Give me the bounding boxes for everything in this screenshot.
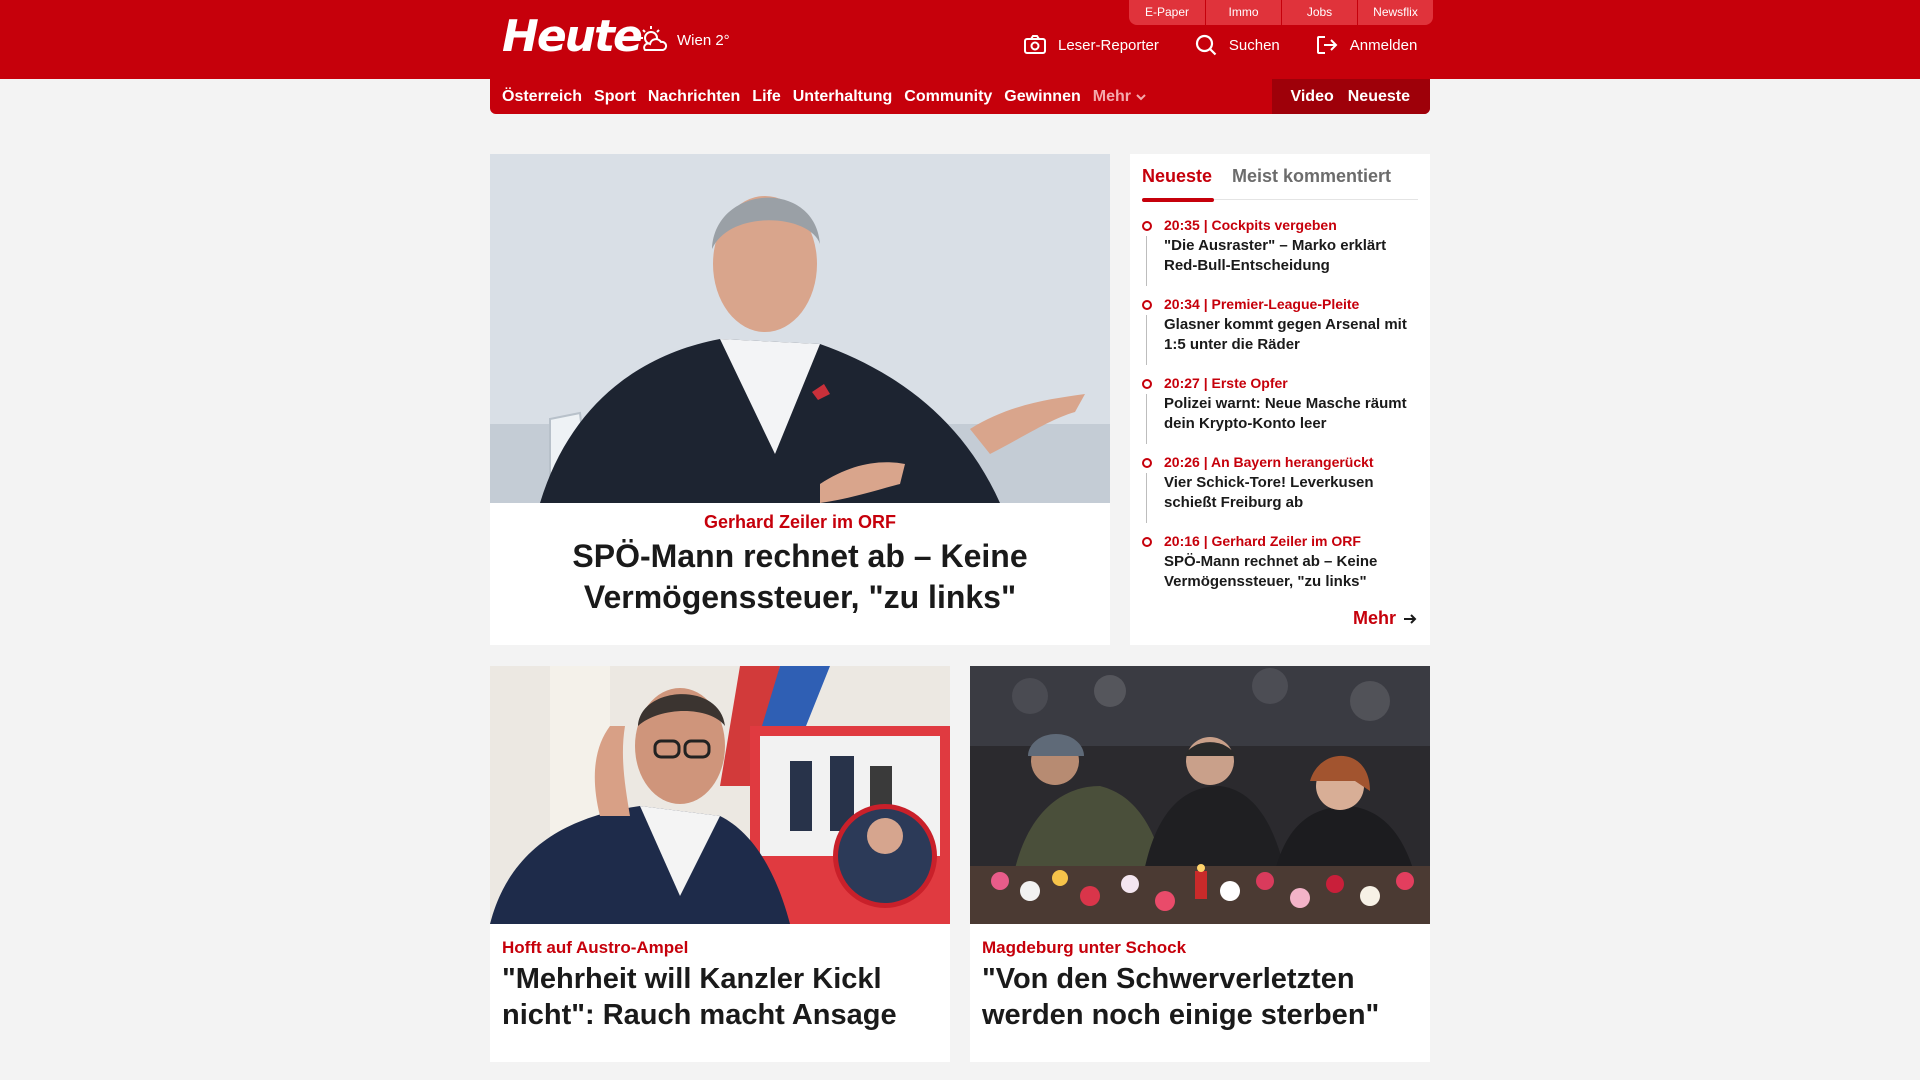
newsfeed-sidebar: Neueste Meist kommentiert 20:35 | Cockpi…: [1130, 154, 1430, 645]
timeline-item[interactable]: 20:34 | Premier-League-Pleite Glasner ko…: [1142, 295, 1418, 374]
login-label: Anmelden: [1349, 36, 1418, 54]
weather-widget[interactable]: Wien 2°: [637, 24, 730, 56]
timeline-dot-icon: [1142, 537, 1152, 547]
tab-immo[interactable]: Immo: [1205, 0, 1281, 25]
nav-more-label: Mehr: [1092, 87, 1131, 105]
nav-unterhaltung[interactable]: Unterhaltung: [793, 88, 893, 106]
nav-life[interactable]: Life: [752, 88, 780, 106]
card-title[interactable]: "Von den Schwerverletzten werden noch ei…: [982, 961, 1412, 1033]
timeline-dot-icon: [1142, 458, 1152, 468]
timeline-title[interactable]: Vier Schick-Tore! Leverkusen schießt Fre…: [1164, 473, 1418, 513]
search-icon: [1195, 34, 1217, 56]
top-header: Heute Wien 2° E-Paper Immo Jobs Newsflix…: [0, 0, 1920, 79]
timeline-title[interactable]: "Die Ausraster" – Marko erklärt Red-Bull…: [1164, 236, 1418, 276]
lead-kicker[interactable]: Gerhard Zeiler im ORF: [490, 512, 1110, 533]
lead-article[interactable]: Gerhard Zeiler im ORF SPÖ-Mann rechnet a…: [490, 154, 1110, 645]
timeline-item[interactable]: 20:16 | Gerhard Zeiler im ORF SPÖ-Mann r…: [1142, 532, 1418, 611]
timeline-line: [1146, 315, 1147, 365]
arrow-right-icon: [1404, 613, 1417, 624]
news-timeline: 20:35 | Cockpits vergeben "Die Ausraster…: [1142, 216, 1418, 611]
nav-community[interactable]: Community: [904, 88, 992, 106]
article-card-image[interactable]: [970, 666, 1430, 924]
heute-logo[interactable]: Heute: [502, 12, 643, 62]
lead-title[interactable]: SPÖ-Mann rechnet ab – Keine Vermögensste…: [530, 536, 1070, 618]
nav-sport[interactable]: Sport: [594, 88, 636, 106]
card-kicker[interactable]: Magdeburg unter Schock: [982, 938, 1186, 958]
tab-newsflix[interactable]: Newsflix: [1357, 0, 1433, 25]
nav-neueste[interactable]: Neueste: [1348, 88, 1410, 106]
sidebar-tabs: Neueste Meist kommentiert: [1142, 162, 1418, 202]
timeline-item[interactable]: 20:35 | Cockpits vergeben "Die Ausraster…: [1142, 216, 1418, 295]
main-navigation: Österreich Sport Nachrichten Life Unterh…: [490, 79, 1430, 114]
tab-meist-kommentiert[interactable]: Meist kommentiert: [1232, 166, 1391, 187]
timeline-meta: 20:16 | Gerhard Zeiler im ORF: [1164, 533, 1361, 549]
header-actions: Leser-Reporter Suchen Anmelden: [988, 34, 1417, 56]
nav-nachrichten[interactable]: Nachrichten: [648, 88, 740, 106]
timeline-title[interactable]: SPÖ-Mann rechnet ab – Keine Vermögensste…: [1164, 552, 1418, 592]
leser-reporter-label: Leser-Reporter: [1058, 36, 1159, 54]
timeline-meta: 20:35 | Cockpits vergeben: [1164, 217, 1337, 233]
service-tabs: E-Paper Immo Jobs Newsflix: [1129, 0, 1433, 25]
timeline-item[interactable]: 20:27 | Erste Opfer Polizei warnt: Neue …: [1142, 374, 1418, 453]
chevron-down-icon: [1136, 93, 1146, 100]
search-label: Suchen: [1228, 36, 1280, 54]
leser-reporter-button[interactable]: Leser-Reporter: [1024, 35, 1159, 55]
timeline-meta: 20:34 | Premier-League-Pleite: [1164, 296, 1360, 312]
article-card-image[interactable]: [490, 666, 950, 924]
article-card[interactable]: Hofft auf Austro-Ampel "Mehrheit will Ka…: [490, 666, 950, 1062]
camera-icon: [1024, 35, 1046, 54]
timeline-item[interactable]: 20:26 | An Bayern herangerückt Vier Schi…: [1142, 453, 1418, 532]
nav-oesterreich[interactable]: Österreich: [502, 88, 582, 106]
partly-sunny-icon: [640, 26, 668, 51]
sidebar-more-link[interactable]: Mehr: [1353, 608, 1418, 629]
sidebar-more-label: Mehr: [1352, 608, 1396, 628]
timeline-title[interactable]: Polizei warnt: Neue Masche räumt dein Kr…: [1164, 394, 1418, 434]
card-kicker[interactable]: Hofft auf Austro-Ampel: [502, 938, 688, 958]
card-title[interactable]: "Mehrheit will Kanzler Kickl nicht": Rau…: [502, 961, 932, 1033]
timeline-dot-icon: [1142, 379, 1152, 389]
search-button[interactable]: Suchen: [1195, 34, 1280, 56]
tab-epaper[interactable]: E-Paper: [1129, 0, 1205, 25]
tab-jobs[interactable]: Jobs: [1281, 0, 1357, 25]
timeline-dot-icon: [1142, 300, 1152, 310]
lead-article-image[interactable]: [490, 154, 1110, 503]
timeline-title[interactable]: Glasner kommt gegen Arsenal mit 1:5 unte…: [1164, 315, 1418, 355]
timeline-meta: 20:26 | An Bayern herangerückt: [1164, 454, 1374, 470]
nav-video[interactable]: Video: [1290, 88, 1333, 106]
timeline-line: [1146, 473, 1147, 523]
nav-right-group: Video Neueste: [1272, 79, 1430, 114]
article-card[interactable]: Magdeburg unter Schock "Von den Schwerve…: [970, 666, 1430, 1062]
login-button[interactable]: Anmelden: [1316, 35, 1418, 55]
timeline-meta: 20:27 | Erste Opfer: [1164, 375, 1288, 391]
tab-neueste[interactable]: Neueste: [1142, 166, 1215, 202]
timeline-line: [1146, 236, 1147, 286]
weather-label: Wien 2°: [677, 31, 730, 49]
timeline-dot-icon: [1142, 221, 1152, 231]
nav-more-dropdown[interactable]: Mehr: [1093, 88, 1148, 106]
nav-gewinnen[interactable]: Gewinnen: [1004, 88, 1080, 106]
timeline-line: [1146, 394, 1147, 444]
login-icon: [1316, 36, 1338, 54]
